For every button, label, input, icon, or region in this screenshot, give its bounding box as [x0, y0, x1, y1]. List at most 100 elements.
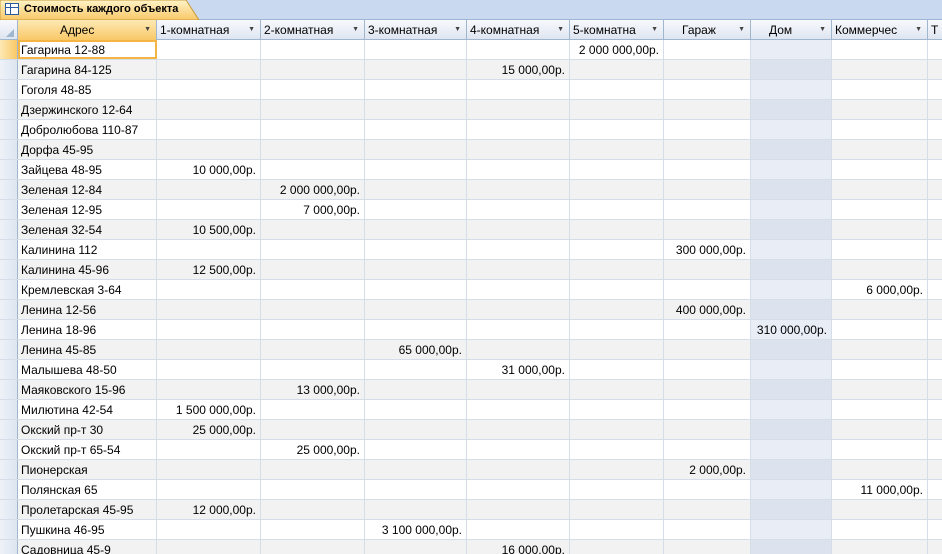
- column-filter-dropdown-icon[interactable]: ▼: [738, 26, 745, 33]
- cell-r2[interactable]: [261, 420, 365, 439]
- cell-address[interactable]: Ленина 45-85: [18, 340, 157, 359]
- cell-r5[interactable]: [570, 200, 664, 219]
- cell-r3[interactable]: [365, 80, 467, 99]
- cell-r5[interactable]: [570, 480, 664, 499]
- cell-garage[interactable]: [664, 220, 751, 239]
- cell-more[interactable]: [928, 180, 942, 199]
- cell-r4[interactable]: [467, 180, 570, 199]
- cell-address[interactable]: Ленина 12-56: [18, 300, 157, 319]
- table-row[interactable]: Зайцева 48-95 10 000,00р.: [0, 160, 942, 180]
- cell-address[interactable]: Окский пр-т 65-54: [18, 440, 157, 459]
- cell-house[interactable]: [751, 200, 832, 219]
- cell-r5[interactable]: [570, 100, 664, 119]
- cell-r5[interactable]: [570, 120, 664, 139]
- cell-r5[interactable]: [570, 80, 664, 99]
- row-selector[interactable]: [0, 360, 18, 379]
- table-row[interactable]: Гагарина 84-125 15 000,00р.: [0, 60, 942, 80]
- cell-more[interactable]: [928, 500, 942, 519]
- cell-house[interactable]: [751, 260, 832, 279]
- cell-address[interactable]: Калинина 45-96: [18, 260, 157, 279]
- row-selector[interactable]: [0, 180, 18, 199]
- cell-commercial[interactable]: [832, 180, 928, 199]
- cell-r5[interactable]: [570, 280, 664, 299]
- cell-address[interactable]: Малышева 48-50: [18, 360, 157, 379]
- cell-r5[interactable]: [570, 60, 664, 79]
- cell-address[interactable]: Пушкина 46-95: [18, 520, 157, 539]
- column-header-house[interactable]: Дом ▼: [751, 20, 832, 40]
- cell-commercial[interactable]: [832, 320, 928, 339]
- table-row[interactable]: Зеленая 12-84 2 000 000,00р.: [0, 180, 942, 200]
- cell-r4[interactable]: [467, 160, 570, 179]
- row-selector[interactable]: [0, 200, 18, 219]
- cell-commercial[interactable]: [832, 340, 928, 359]
- cell-r1[interactable]: 10 500,00р.: [157, 220, 261, 239]
- cell-r5[interactable]: [570, 260, 664, 279]
- cell-r2[interactable]: [261, 360, 365, 379]
- cell-r4[interactable]: [467, 260, 570, 279]
- cell-r4[interactable]: [467, 200, 570, 219]
- column-header-commercial[interactable]: Коммерчес ▼: [832, 20, 928, 40]
- cell-r1[interactable]: [157, 380, 261, 399]
- cell-r4[interactable]: [467, 400, 570, 419]
- cell-more[interactable]: [928, 280, 942, 299]
- column-header-garage[interactable]: Гараж ▼: [664, 20, 751, 40]
- cell-r4[interactable]: 16 000,00р.: [467, 540, 570, 554]
- cell-commercial[interactable]: 11 000,00р.: [832, 480, 928, 499]
- table-row[interactable]: Садовница 45-9 16 000,00р.: [0, 540, 942, 554]
- cell-r2[interactable]: [261, 80, 365, 99]
- cell-commercial[interactable]: [832, 200, 928, 219]
- cell-garage[interactable]: [664, 140, 751, 159]
- cell-r3[interactable]: [365, 240, 467, 259]
- row-selector[interactable]: [0, 500, 18, 519]
- cell-garage[interactable]: [664, 400, 751, 419]
- cell-more[interactable]: [928, 200, 942, 219]
- row-selector[interactable]: [0, 300, 18, 319]
- table-row[interactable]: Маяковского 15-96 13 000,00р.: [0, 380, 942, 400]
- table-row[interactable]: Кремлевская 3-64 6 000,00р.: [0, 280, 942, 300]
- cell-address[interactable]: Гагарина 84-125: [18, 60, 157, 79]
- cell-more[interactable]: [928, 380, 942, 399]
- cell-r3[interactable]: [365, 140, 467, 159]
- cell-address[interactable]: Дорфа 45-95: [18, 140, 157, 159]
- cell-r4[interactable]: [467, 340, 570, 359]
- cell-commercial[interactable]: [832, 120, 928, 139]
- column-header-address[interactable]: Адрес ▼: [18, 20, 157, 40]
- row-selector[interactable]: [0, 160, 18, 179]
- cell-r3[interactable]: 65 000,00р.: [365, 340, 467, 359]
- cell-r3[interactable]: [365, 120, 467, 139]
- cell-r4[interactable]: [467, 440, 570, 459]
- cell-more[interactable]: [928, 120, 942, 139]
- row-selector[interactable]: [0, 340, 18, 359]
- cell-r1[interactable]: [157, 480, 261, 499]
- cell-r1[interactable]: 25 000,00р.: [157, 420, 261, 439]
- cell-r2[interactable]: [261, 300, 365, 319]
- cell-address[interactable]: Окский пр-т 30: [18, 420, 157, 439]
- table-row[interactable]: Гоголя 48-85: [0, 80, 942, 100]
- cell-r2[interactable]: 25 000,00р.: [261, 440, 365, 459]
- cell-r3[interactable]: [365, 300, 467, 319]
- cell-r1[interactable]: [157, 520, 261, 539]
- cell-r4[interactable]: [467, 240, 570, 259]
- column-filter-dropdown-icon[interactable]: ▼: [651, 26, 658, 33]
- cell-garage[interactable]: [664, 260, 751, 279]
- row-selector[interactable]: [0, 280, 18, 299]
- cell-r5[interactable]: [570, 180, 664, 199]
- cell-r2[interactable]: [261, 520, 365, 539]
- table-row[interactable]: Гагарина 12-88 2 000 000,00р.: [0, 40, 942, 60]
- cell-more[interactable]: [928, 300, 942, 319]
- column-filter-dropdown-icon[interactable]: ▼: [144, 26, 151, 33]
- cell-r3[interactable]: [365, 440, 467, 459]
- cell-r1[interactable]: 12 000,00р.: [157, 500, 261, 519]
- cell-r3[interactable]: [365, 360, 467, 379]
- cell-more[interactable]: [928, 140, 942, 159]
- cell-r2[interactable]: [261, 60, 365, 79]
- row-selector[interactable]: [0, 400, 18, 419]
- column-filter-dropdown-icon[interactable]: ▼: [557, 26, 564, 33]
- cell-r1[interactable]: [157, 280, 261, 299]
- cell-r3[interactable]: [365, 180, 467, 199]
- cell-commercial[interactable]: 6 000,00р.: [832, 280, 928, 299]
- table-row[interactable]: Ленина 12-56 400 000,00р.: [0, 300, 942, 320]
- cell-r3[interactable]: [365, 100, 467, 119]
- table-row[interactable]: Добролюбова 110-87: [0, 120, 942, 140]
- cell-garage[interactable]: 300 000,00р.: [664, 240, 751, 259]
